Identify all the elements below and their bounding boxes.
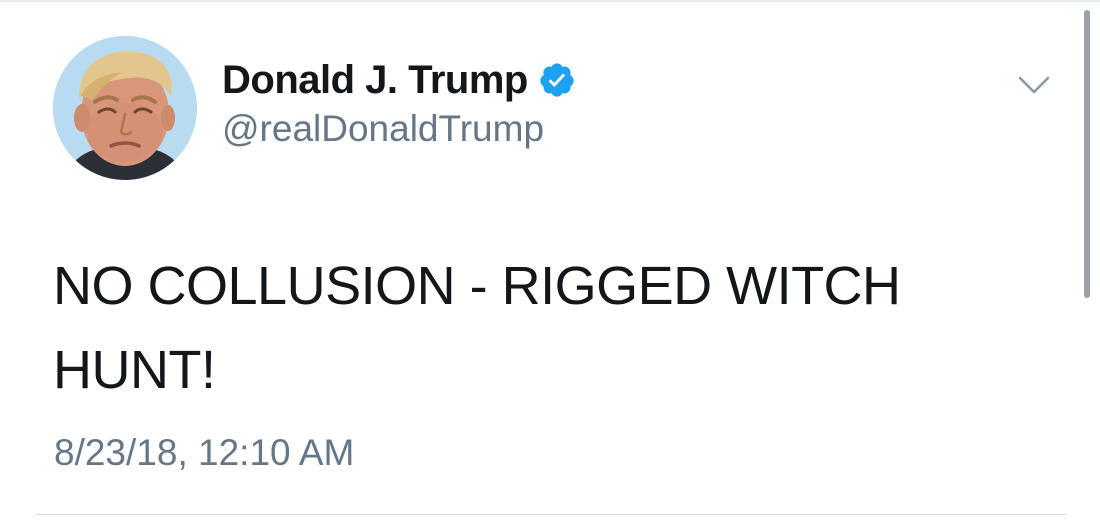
tweet-text: NO COLLUSION - RIGGED WITCH HUNT! [53, 256, 901, 400]
verified-badge-icon [538, 61, 576, 99]
scrollbar[interactable] [1084, 10, 1090, 298]
display-name[interactable]: Donald J. Trump [222, 58, 528, 103]
tweet-timestamp[interactable]: 8/23/18, 12:10 AM [54, 432, 354, 474]
avatar-image [53, 36, 197, 180]
avatar[interactable] [53, 36, 197, 180]
bottom-divider [36, 514, 1066, 515]
author-name-row[interactable]: Donald J. Trump [222, 54, 576, 106]
user-handle[interactable]: @realDonaldTrump [222, 108, 544, 150]
chevron-down-icon[interactable] [1014, 70, 1054, 100]
tweet-card: Donald J. Trump @realDonaldTrump NO COLL… [0, 0, 1100, 529]
